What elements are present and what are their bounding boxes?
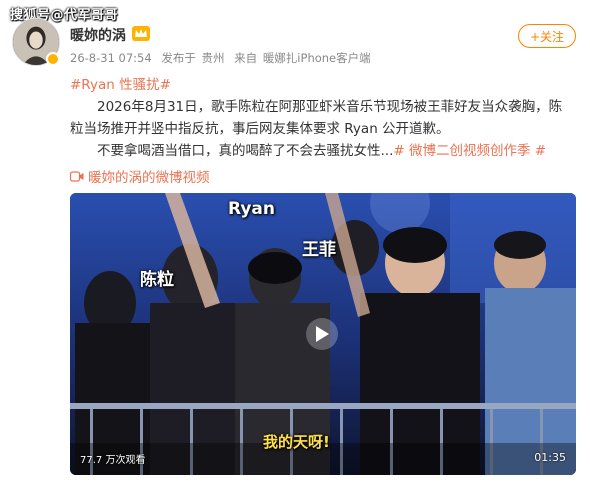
video-label-chenli: 陈粒: [140, 270, 174, 290]
video-source-label: 暖妳的涡的微博视频: [88, 170, 210, 186]
play-button[interactable]: [306, 318, 338, 350]
video-label-ryan: Ryan: [228, 199, 275, 219]
post-paragraph-2: 不要拿喝酒当借口，真的喝醉了不会去骚扰女性...# 微博二创视频创作季 #: [70, 140, 570, 162]
video-label-wangfei: 王菲: [302, 240, 336, 260]
verified-badge-icon: [46, 52, 60, 66]
video-caption: 我的天呀!: [263, 433, 330, 451]
post-paragraph-1: 2026年8月31日，歌手陈粒在阿那亚虾米音乐节现场被王菲好友当众袭胸，陈粒当场…: [70, 99, 563, 137]
post-hashtag[interactable]: #Ryan 性骚扰#: [70, 74, 570, 96]
follow-button[interactable]: +关注: [518, 24, 576, 48]
user-name[interactable]: 暖妳的涡: [70, 25, 126, 45]
post-source: 暖娜扎iPhone客户端: [262, 51, 371, 65]
post-location: 贵州: [201, 51, 225, 65]
play-icon: [316, 326, 329, 342]
video-player[interactable]: Ryan 王菲 陈粒 我的天呀! 77.7 万次观看 01:35: [70, 193, 576, 475]
video-source-link[interactable]: 暖妳的涡的微博视频: [70, 166, 210, 186]
video-duration: 01:35: [534, 451, 566, 464]
post-body: #Ryan 性骚扰# 2026年8月31日，歌手陈粒在阿那亚虾米音乐节现场被王菲…: [70, 74, 570, 162]
video-camera-icon: [70, 170, 84, 182]
posted-from-label: 发布于: [161, 51, 196, 65]
source-label: 来自: [234, 51, 258, 65]
post-paragraph-2-text: 不要拿喝酒当借口，真的喝醉了不会去骚扰女性...: [97, 143, 394, 159]
view-count: 77.7 万次观看: [80, 455, 146, 466]
crown-vip-icon: [132, 26, 150, 41]
post-meta: 26-8-31 07:54 发布于 贵州 来自 暖娜扎iPhone客户端: [70, 50, 377, 66]
topic-hashtag-link[interactable]: # 微博二创视频创作季 #: [393, 143, 546, 159]
post-timestamp: 26-8-31 07:54: [70, 51, 152, 65]
